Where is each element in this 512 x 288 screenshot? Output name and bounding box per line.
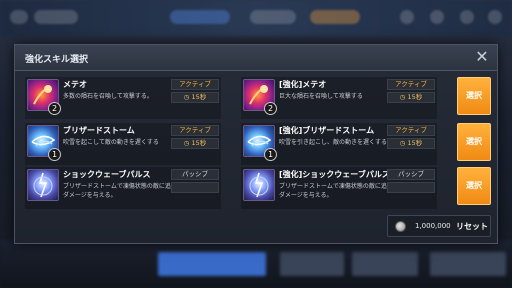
select-button[interactable]: 選択 bbox=[457, 167, 491, 205]
base-skill-card: 1 ブリザードストーム 吹雪を起こして敵の動きを遅くする アクティブ ◷ 15秒 bbox=[25, 123, 221, 165]
shockwave-icon bbox=[243, 169, 275, 201]
cooldown-value: 15秒 bbox=[407, 93, 423, 101]
skill-level-badge: 1 bbox=[264, 148, 277, 161]
background-top-item bbox=[310, 10, 360, 24]
select-button[interactable]: 選択 bbox=[457, 123, 491, 161]
shockwave-icon bbox=[27, 169, 59, 201]
skill-name: [強化]ショックウェーブパルス bbox=[279, 170, 390, 179]
background-top-item bbox=[250, 10, 296, 24]
background-bottom-button bbox=[158, 252, 266, 276]
cooldown-badge: ◷ 15秒 bbox=[171, 138, 219, 149]
background-top-item bbox=[170, 10, 230, 24]
meteor-icon: 2 bbox=[243, 79, 277, 115]
cooldown-empty-slot bbox=[171, 182, 219, 193]
cooldown-value: 15秒 bbox=[191, 139, 207, 147]
background-bottom-button bbox=[352, 252, 418, 276]
background-top-item bbox=[400, 10, 414, 24]
dialog-header: 強化スキル選択 ✕ bbox=[15, 45, 497, 71]
skill-level-badge: 1 bbox=[48, 148, 61, 161]
skill-name: [強化]メテオ bbox=[279, 80, 327, 89]
cooldown-empty-slot bbox=[387, 182, 435, 193]
select-button[interactable]: 選択 bbox=[457, 77, 491, 115]
skill-type-badge: アクティブ bbox=[387, 125, 435, 136]
skill-name: メテオ bbox=[63, 80, 87, 89]
reset-label: リセット bbox=[456, 222, 488, 231]
skill-type-badge: アクティブ bbox=[171, 125, 219, 136]
silver-coin-icon bbox=[395, 221, 406, 232]
cooldown-value: 15秒 bbox=[191, 93, 207, 101]
skill-name: ブリザードストーム bbox=[63, 126, 135, 135]
background-top-item bbox=[488, 10, 502, 24]
skill-description: ブリザードストームで凍傷状態の敵に追加ダメージを与える。 bbox=[279, 183, 393, 199]
background-top-item bbox=[430, 10, 444, 24]
background-top-item bbox=[34, 10, 78, 24]
cooldown-badge: ◷ 15秒 bbox=[387, 138, 435, 149]
close-icon[interactable]: ✕ bbox=[473, 48, 491, 66]
background-bottom-button bbox=[280, 252, 344, 276]
reset-button[interactable]: 1,000,000 リセット bbox=[387, 215, 491, 237]
skill-row: 2 メテオ 多数の隕石を召喚して攻撃する。 アクティブ ◷ 15秒 2 [強化]… bbox=[25, 77, 491, 119]
skill-description: 巨大な隕石を召喚して攻撃する bbox=[279, 93, 363, 100]
skill-description: 多数の隕石を召喚して攻撃する。 bbox=[63, 93, 153, 100]
background-top-item bbox=[460, 10, 474, 24]
blizzard-icon: 1 bbox=[243, 125, 277, 161]
skill-row: 1 ブリザードストーム 吹雪を起こして敵の動きを遅くする アクティブ ◷ 15秒… bbox=[25, 123, 491, 165]
skill-type-badge: パッシブ bbox=[387, 169, 435, 180]
base-skill-card: 2 メテオ 多数の隕石を召喚して攻撃する。 アクティブ ◷ 15秒 bbox=[25, 77, 221, 119]
skill-description: ブリザードストームで凍傷状態の敵に追加ダメージを与える。 bbox=[63, 183, 177, 199]
enhanced-skill-card: 2 [強化]メテオ 巨大な隕石を召喚して攻撃する アクティブ ◷ 15秒 bbox=[241, 77, 437, 119]
skill-enhance-dialog: 強化スキル選択 ✕ 2 メテオ 多数の隕石を召喚して攻撃する。 アクティブ ◷ … bbox=[14, 44, 498, 244]
skill-description: 吹雪を引き起こし、敵の動きを遅くする bbox=[279, 139, 388, 146]
cooldown-value: 15秒 bbox=[407, 139, 423, 147]
background-bottom-button bbox=[430, 252, 506, 276]
enhanced-skill-card: 1 [強化]ブリザードストーム 吹雪を引き起こし、敵の動きを遅くする アクティブ… bbox=[241, 123, 437, 165]
cooldown-badge: ◷ 15秒 bbox=[171, 92, 219, 103]
skill-level-badge: 2 bbox=[264, 102, 277, 115]
skill-row: ショックウェーブパルス ブリザードストームで凍傷状態の敵に追加ダメージを与える。… bbox=[25, 167, 491, 209]
background-top-item bbox=[10, 10, 28, 24]
cooldown-badge: ◷ 15秒 bbox=[387, 92, 435, 103]
meteor-icon: 2 bbox=[27, 79, 61, 115]
blizzard-icon: 1 bbox=[27, 125, 61, 161]
enhanced-skill-card: [強化]ショックウェーブパルス ブリザードストームで凍傷状態の敵に追加ダメージを… bbox=[241, 167, 437, 209]
dialog-title: 強化スキル選択 bbox=[25, 55, 89, 65]
skill-type-badge: アクティブ bbox=[387, 79, 435, 90]
skill-name: ショックウェーブパルス bbox=[63, 170, 151, 179]
skill-level-badge: 2 bbox=[48, 102, 61, 115]
base-skill-card: ショックウェーブパルス ブリザードストームで凍傷状態の敵に追加ダメージを与える。… bbox=[25, 167, 221, 209]
skill-description: 吹雪を起こして敵の動きを遅くする bbox=[63, 139, 159, 146]
reset-cost: 1,000,000 bbox=[415, 222, 451, 230]
skill-type-badge: パッシブ bbox=[171, 169, 219, 180]
skill-type-badge: アクティブ bbox=[171, 79, 219, 90]
skill-name: [強化]ブリザードストーム bbox=[279, 126, 375, 135]
